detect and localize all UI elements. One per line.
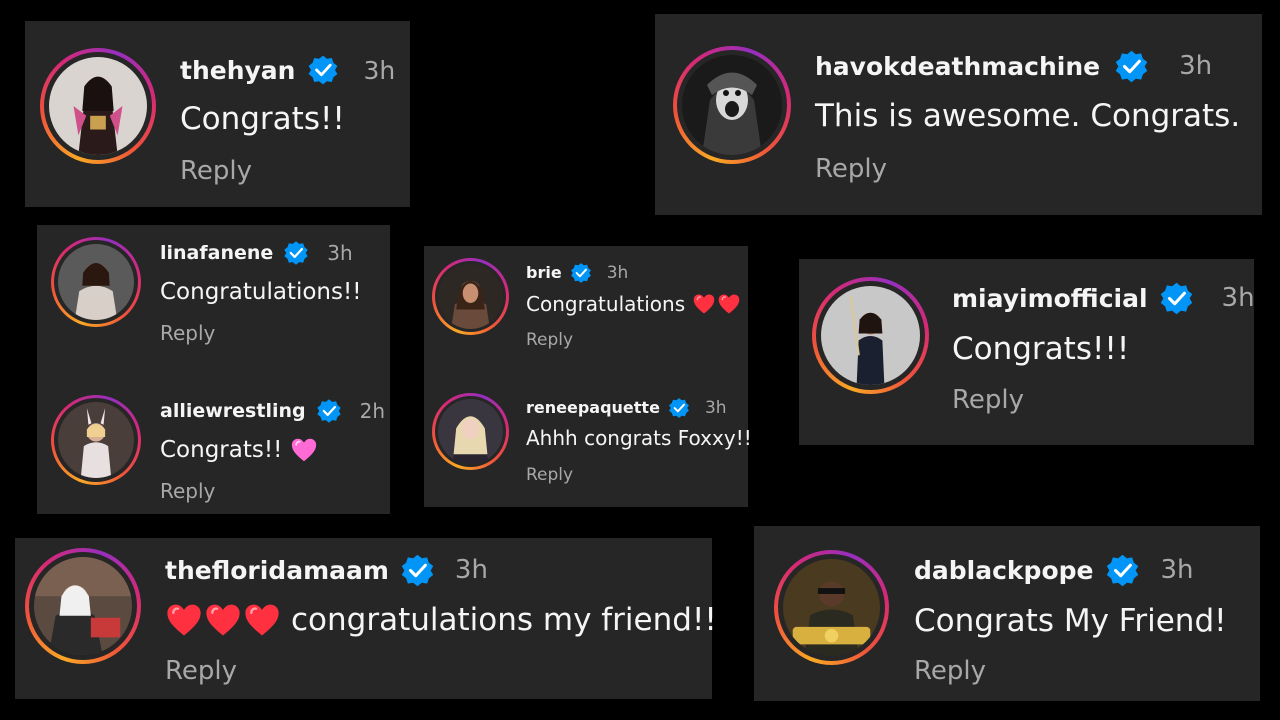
- reply-button[interactable]: Reply: [526, 465, 573, 485]
- timestamp: 3h: [454, 555, 488, 585]
- verified-badge-icon: [1114, 49, 1149, 84]
- timestamp: 3h: [363, 55, 396, 85]
- timestamp: 3h: [1221, 283, 1255, 313]
- profile-photo: [49, 57, 147, 155]
- reply-button[interactable]: Reply: [180, 156, 252, 186]
- pink-heart-emoji: [290, 437, 318, 463]
- reply-button[interactable]: Reply: [914, 656, 986, 686]
- red-heart-emoji: [204, 602, 242, 638]
- avatar-alliewrestling[interactable]: [51, 395, 141, 485]
- username[interactable]: reneepaquette: [526, 398, 660, 417]
- verified-badge-icon: [668, 397, 690, 419]
- username[interactable]: miayimofficial: [952, 284, 1148, 313]
- comment-card-thefloridamaam: thefloridamaam 3h congratulations my fri…: [15, 538, 717, 699]
- red-heart-emoji: [243, 602, 281, 638]
- verified-badge-icon: [307, 54, 339, 86]
- reply-button[interactable]: Reply: [815, 154, 887, 184]
- avatar-dablackpope[interactable]: [774, 550, 889, 665]
- comment-card-thehyan: thehyan 3h Congrats!! Reply: [25, 21, 410, 207]
- comment-text-row: Congrats!!: [160, 437, 318, 463]
- avatar-thefloridamaam[interactable]: [25, 548, 141, 664]
- profile-photo: [438, 399, 503, 464]
- comment-text: This is awesome. Congrats.: [815, 98, 1241, 134]
- avatar-miayimofficial[interactable]: [812, 277, 929, 394]
- comment-alliewrestling: alliewrestling 2h Congrats!! Reply: [37, 383, 390, 514]
- username[interactable]: brie: [526, 263, 562, 282]
- profile-photo: [58, 244, 134, 320]
- comment-card-linafanene-alliewrestling: linafanene 3h Congratulations!! Reply al…: [37, 225, 390, 514]
- comment-text: Ahhh congrats Foxxy!!: [526, 426, 752, 450]
- username[interactable]: linafanene: [160, 242, 273, 264]
- comment-text-row: congratulations my friend!!: [165, 602, 717, 638]
- timestamp: 3h: [606, 262, 629, 283]
- username[interactable]: thehyan: [180, 56, 295, 85]
- reply-button[interactable]: Reply: [160, 479, 215, 503]
- profile-photo: [682, 55, 782, 155]
- username[interactable]: havokdeathmachine: [815, 52, 1100, 81]
- avatar-havokdeathmachine[interactable]: [673, 46, 791, 164]
- username[interactable]: thefloridamaam: [165, 556, 389, 585]
- verified-badge-icon: [283, 240, 309, 266]
- verified-badge-icon: [400, 553, 435, 588]
- reply-button[interactable]: Reply: [526, 330, 573, 350]
- comment-linafanene: linafanene 3h Congratulations!! Reply: [37, 225, 390, 365]
- red-heart-emoji: [717, 293, 741, 315]
- comment-text-row: Congratulations: [526, 292, 741, 316]
- timestamp: 3h: [704, 397, 727, 418]
- comment-card-havokdeathmachine: havokdeathmachine 3h This is awesome. Co…: [655, 14, 1262, 215]
- comment-reneepaquette: reneepaquette 3h Ahhh congrats Foxxy!! R…: [424, 382, 752, 507]
- reply-button[interactable]: Reply: [160, 321, 215, 345]
- avatar-reneepaquette[interactable]: [432, 393, 509, 470]
- verified-badge-icon: [316, 398, 342, 424]
- profile-photo: [783, 559, 880, 656]
- red-heart-emoji: [692, 293, 716, 315]
- comment-text: Congrats!!!: [952, 331, 1130, 367]
- comment-text: Congratulations!!: [160, 279, 362, 305]
- avatar-brie[interactable]: [432, 258, 509, 335]
- verified-badge-icon: [570, 262, 592, 284]
- avatar-thehyan[interactable]: [40, 48, 156, 164]
- verified-badge-icon: [1159, 281, 1194, 316]
- reply-button[interactable]: Reply: [952, 385, 1024, 415]
- comment-text: Congrats My Friend!: [914, 603, 1227, 639]
- comment-card-brie-reneepaquette: brie 3h Congratulations Reply reneepaque…: [424, 246, 752, 507]
- username[interactable]: dablackpope: [914, 556, 1093, 585]
- comment-text: Congrats!!: [180, 101, 345, 137]
- profile-photo: [34, 557, 132, 655]
- comment-brie: brie 3h Congratulations Reply: [424, 246, 748, 370]
- profile-photo: [58, 402, 134, 478]
- reply-button[interactable]: Reply: [165, 656, 237, 686]
- timestamp: 3h: [1160, 555, 1194, 585]
- comment-text: Congratulations: [526, 292, 686, 316]
- username[interactable]: alliewrestling: [160, 400, 306, 422]
- comment-text: Congrats!!: [160, 437, 283, 463]
- comment-card-miayimofficial: miayimofficial 3h Congrats!!! Reply: [799, 259, 1255, 445]
- timestamp: 3h: [1179, 51, 1213, 81]
- comment-text: congratulations my friend!!: [291, 602, 717, 638]
- red-heart-emoji: [165, 602, 203, 638]
- verified-badge-icon: [1105, 553, 1140, 588]
- avatar-linafanene[interactable]: [51, 237, 141, 327]
- timestamp: 3h: [327, 241, 353, 265]
- comment-card-dablackpope: dablackpope 3h Congrats My Friend! Reply: [754, 526, 1260, 701]
- timestamp: 2h: [359, 399, 386, 423]
- profile-photo: [438, 264, 503, 329]
- profile-photo: [821, 286, 920, 385]
